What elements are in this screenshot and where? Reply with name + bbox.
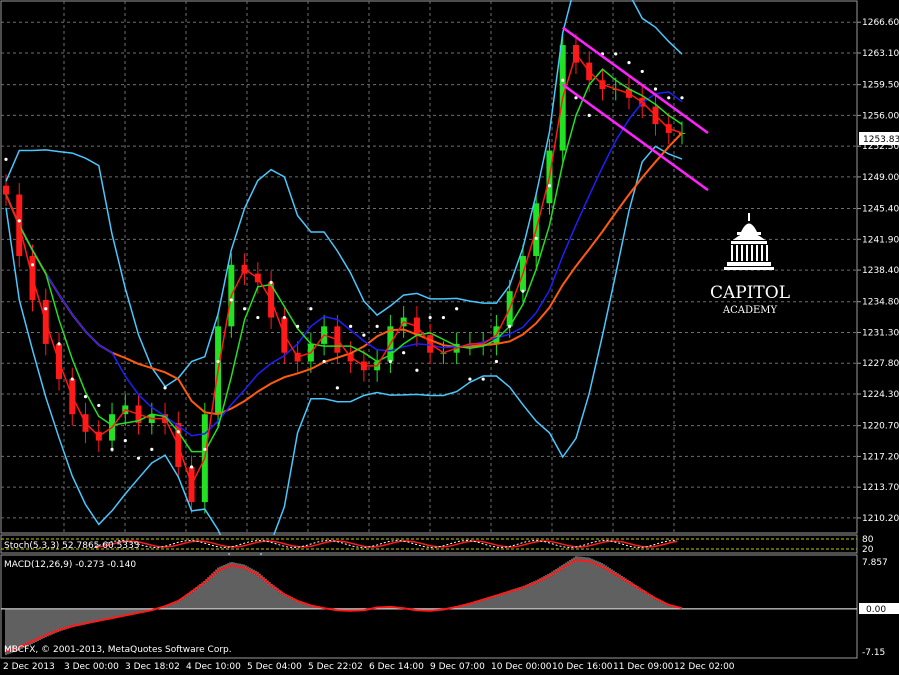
sar-dot xyxy=(428,315,432,320)
price-tick-label: 1263.10 xyxy=(862,49,899,59)
sar-dot xyxy=(203,447,207,451)
sar-dot xyxy=(189,465,194,469)
price-axis: 1266.601263.101259.501256.001252.501249.… xyxy=(857,18,899,524)
price-tick-label: 1213.70 xyxy=(862,483,899,493)
price-tick-label: 1259.50 xyxy=(862,81,899,91)
sar-dot xyxy=(667,96,671,100)
sar-dot xyxy=(587,113,591,117)
stoch-label: Stoch(5,3,3) 52.7865 60.5333 xyxy=(4,541,139,551)
macd-panel: MACD(12,26,9) -0.273 -0.140 MBCFX, © 200… xyxy=(0,554,899,659)
sar-dot xyxy=(229,298,233,302)
sar-dot xyxy=(481,377,485,381)
price-tick-label: 1266.60 xyxy=(862,18,899,28)
sar-dot xyxy=(494,359,499,364)
sar-dot xyxy=(468,377,472,381)
time-axis: 2 Dec 2013 3 Dec 00:00 3 Dec 18:02 4 Dec 10… xyxy=(3,662,735,672)
price-tick-label: 1234.80 xyxy=(862,298,899,308)
macd-tick-zero: 0.00 xyxy=(866,605,886,615)
time-tick-label: 10 Dec 16:00 xyxy=(552,662,613,672)
sar-dot xyxy=(136,456,141,460)
sar-dot xyxy=(322,359,326,364)
sar-dot xyxy=(680,96,684,100)
time-tick-label: 4 Dec 10:00 xyxy=(186,662,241,672)
price-tick-label: 1217.20 xyxy=(862,452,899,462)
sar-dot xyxy=(150,447,154,451)
time-tick-label: 5 Dec 04:00 xyxy=(247,662,302,672)
sar-dot xyxy=(256,315,260,320)
current-price-label: 1253.83 xyxy=(863,135,899,145)
sar-dot xyxy=(269,280,273,284)
time-tick-label: 3 Dec 00:00 xyxy=(64,662,119,672)
sar-dot xyxy=(574,96,578,100)
sar-dot xyxy=(388,359,392,364)
time-tick-label: 12 Dec 02:00 xyxy=(674,662,735,672)
time-tick-label: 6 Dec 14:00 xyxy=(369,662,424,672)
trading-chart: 1266.601263.101259.501256.001252.501249.… xyxy=(0,0,899,672)
current-price-marker: 1253.83 xyxy=(859,132,899,145)
price-tick-label: 1249.00 xyxy=(862,173,899,183)
price-tick-label: 1256.00 xyxy=(862,111,899,121)
price-tick-label: 1231.30 xyxy=(862,328,899,338)
sar-dot xyxy=(176,430,180,434)
sar-dot xyxy=(4,157,8,161)
sar-dot xyxy=(547,184,552,188)
sar-dot xyxy=(521,289,525,293)
stoch-level-20: 20 xyxy=(862,545,874,555)
logo-line1: CAPITOL xyxy=(710,283,790,303)
sar-dot xyxy=(508,324,512,328)
sar-dot xyxy=(83,395,88,399)
sar-dot xyxy=(97,403,101,408)
sar-dot xyxy=(627,61,631,65)
logo-line2: ACADEMY xyxy=(722,305,778,316)
sar-dot xyxy=(44,307,48,311)
sar-dot xyxy=(441,315,446,320)
price-tick-label: 1224.30 xyxy=(862,390,899,400)
price-tick-label: 1241.90 xyxy=(862,235,899,245)
sar-dot xyxy=(17,219,21,223)
sar-dot xyxy=(614,52,618,56)
sar-dot xyxy=(296,324,300,328)
sar-dot xyxy=(653,87,658,91)
sar-dot xyxy=(561,78,565,82)
sar-dot xyxy=(57,342,61,346)
sar-dot xyxy=(242,307,247,311)
sar-dot xyxy=(349,324,353,328)
sar-dot xyxy=(534,236,538,241)
sar-dot xyxy=(640,69,644,74)
sar-dot xyxy=(123,438,127,443)
sar-dot xyxy=(282,315,286,320)
time-tick-label: 2 Dec 2013 xyxy=(3,662,55,672)
price-tick-label: 1220.70 xyxy=(862,422,899,432)
stoch-level-80: 80 xyxy=(862,535,874,545)
sar-dot xyxy=(216,359,220,364)
sar-dot xyxy=(70,377,74,381)
main-price-panel: 1266.601263.101259.501256.001252.501249.… xyxy=(0,0,899,564)
down-candle xyxy=(3,185,9,195)
price-tick-label: 1227.80 xyxy=(862,359,899,369)
macd-tick-min: -7.15 xyxy=(862,648,885,658)
sar-dot xyxy=(110,447,114,451)
macd-tick-max: 7.857 xyxy=(862,558,888,568)
macd-label: MACD(12,26,9) -0.273 -0.140 xyxy=(4,560,136,570)
time-tick-label: 5 Dec 22:02 xyxy=(308,662,363,672)
sar-dot xyxy=(402,351,406,355)
sar-dot xyxy=(309,307,313,311)
price-tick-label: 1210.20 xyxy=(862,514,899,524)
sar-dot xyxy=(375,324,379,328)
sar-dot xyxy=(415,368,419,372)
time-tick-label: 9 Dec 07:00 xyxy=(430,662,485,672)
price-tick-label: 1245.40 xyxy=(862,205,899,215)
sar-dot xyxy=(30,263,35,267)
sar-dot xyxy=(455,307,459,311)
copyright-text: MBCFX, © 2001-2013, MetaQuotes Software … xyxy=(4,645,232,655)
sar-dot xyxy=(163,386,167,390)
time-tick-label: 3 Dec 18:02 xyxy=(125,662,180,672)
sar-dot xyxy=(362,333,366,337)
time-tick-label: 11 Dec 09:00 xyxy=(613,662,674,672)
price-tick-label: 1238.40 xyxy=(862,266,899,276)
stochastic-panel: Stoch(5,3,3) 52.7865 60.5333 80 20 xyxy=(0,534,874,555)
sar-dot xyxy=(335,386,339,390)
time-tick-label: 10 Dec 00:00 xyxy=(491,662,552,672)
